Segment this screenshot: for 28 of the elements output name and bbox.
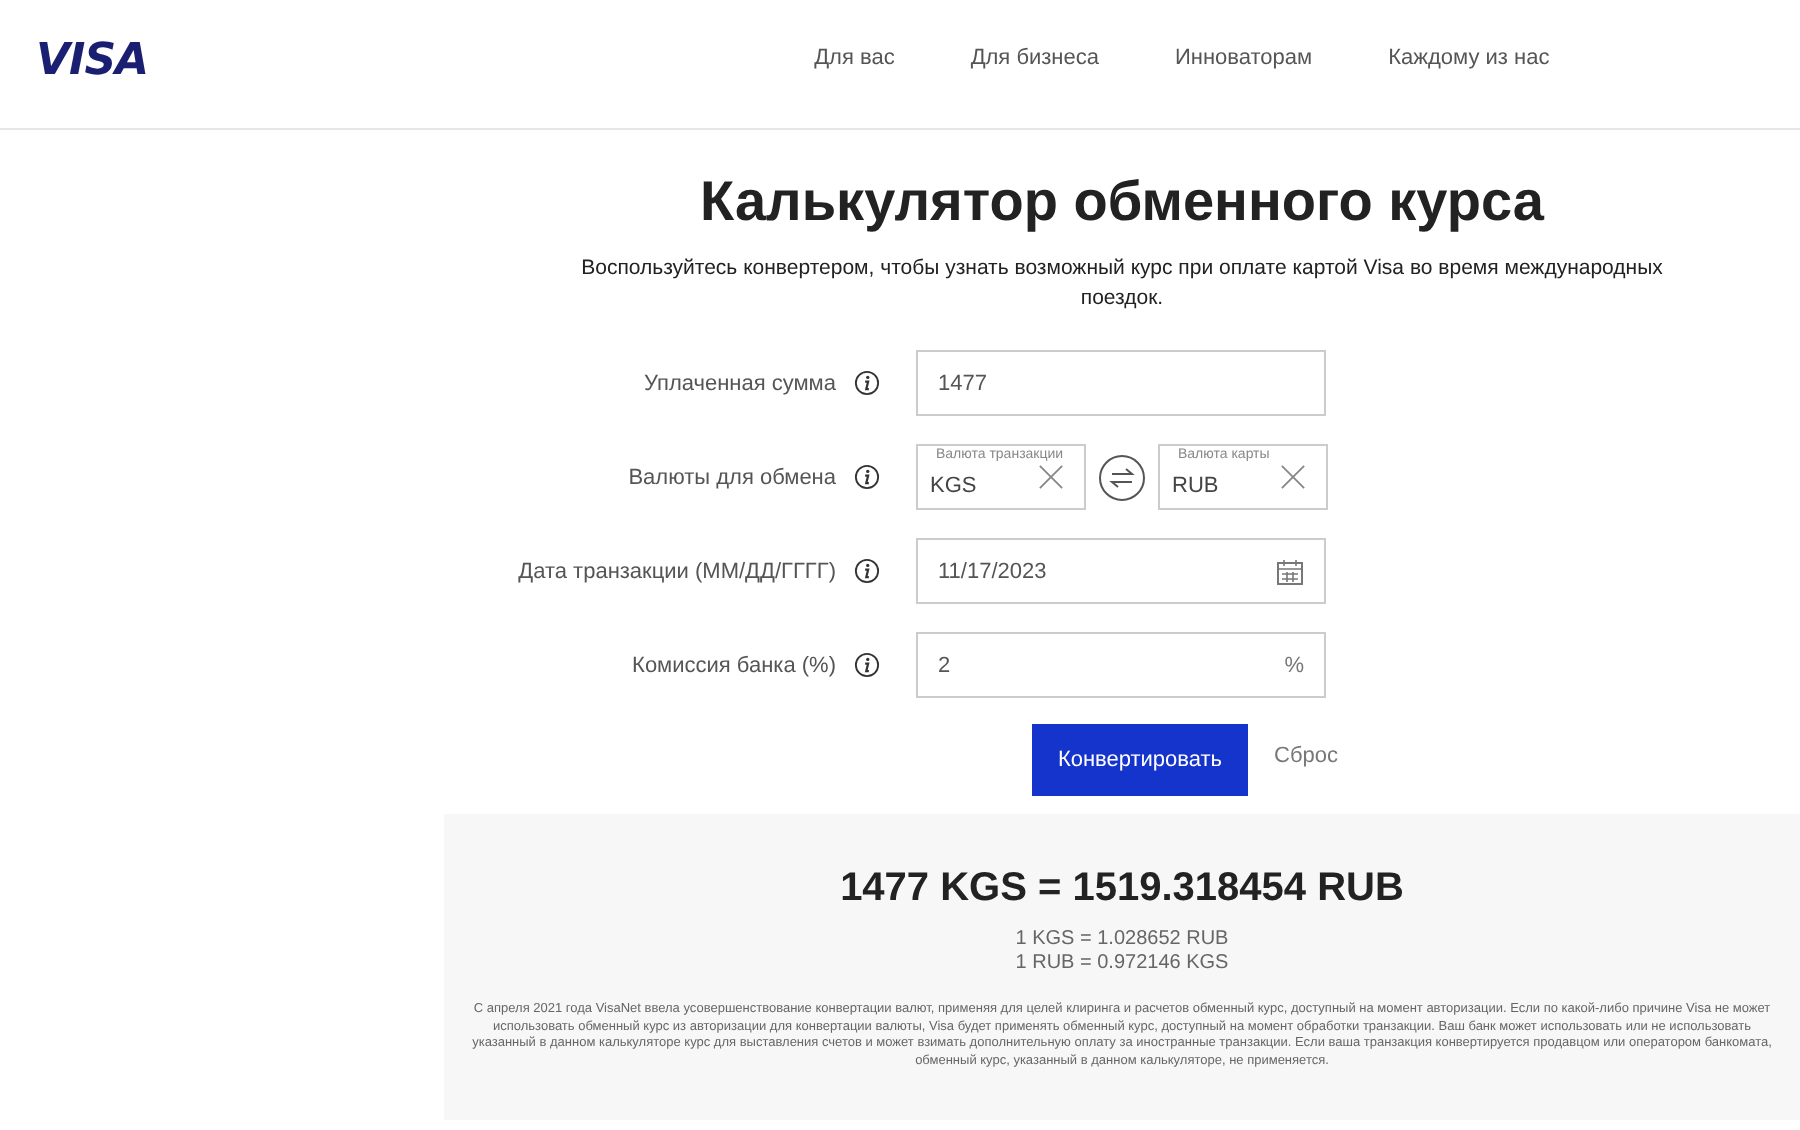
clear-icon[interactable]	[1280, 464, 1306, 490]
field-label: Комиссия банка (%)	[630, 653, 836, 677]
info-icon[interactable]	[854, 652, 880, 678]
swap-icon[interactable]	[1098, 453, 1146, 501]
nav-link[interactable]: Инноваторам	[1175, 46, 1313, 70]
input-field[interactable]: 1477	[916, 350, 1326, 416]
page-subtitle: Воспользуйтесь конвертером, чтобы узнать возможный курс при оплате картой Visa во время международных поездок.	[579, 254, 1665, 314]
exchange-rate: 1 RUB = 0.972146 KGS	[1013, 952, 1231, 976]
percent-sign: %	[1284, 653, 1304, 677]
conversion-result: 1477 KGS = 1519.318454 RUB	[838, 866, 1406, 912]
input-field[interactable]: 2 %	[916, 632, 1326, 698]
field-label: Дата транзакции (ММ/ДД/ГГГГ)	[516, 559, 836, 583]
calendar-icon[interactable]	[1276, 557, 1304, 585]
nav-link[interactable]: Для бизнеса	[970, 46, 1099, 70]
visa-logo[interactable]: VISA	[36, 35, 149, 85]
page-title: Калькулятор обменного курса	[698, 170, 1547, 234]
info-icon[interactable]	[854, 370, 880, 396]
field-label: Уплаченная сумма	[642, 371, 836, 395]
convert-button[interactable]: Конвертировать	[1032, 724, 1248, 796]
exchange-rate: 1 KGS = 1.028652 RUB	[1013, 928, 1231, 952]
nav-link[interactable]: Каждому из нас	[1388, 46, 1550, 70]
field-label: Валюты для обмена	[626, 465, 836, 489]
info-icon[interactable]	[854, 558, 880, 584]
clear-icon[interactable]	[1038, 464, 1064, 490]
info-icon[interactable]	[854, 464, 880, 490]
date-field[interactable]: 11/17/2023	[916, 538, 1326, 604]
nav-link[interactable]: Для вас	[814, 46, 895, 70]
reset-link[interactable]: Сброс	[1274, 744, 1338, 768]
